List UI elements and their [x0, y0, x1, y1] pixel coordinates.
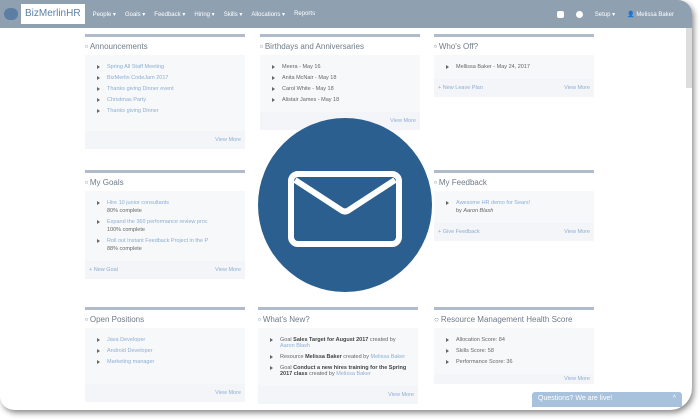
timer-icon: ○ — [434, 315, 439, 324]
list-item: Goal Sales Target for August 2017 create… — [270, 337, 408, 349]
mail-overlay — [258, 118, 432, 292]
brand-logo[interactable]: BizMerlinHR — [4, 3, 85, 25]
view-more-link[interactable]: View More — [215, 137, 241, 143]
list-item[interactable]: Thanks giving Dinner event — [97, 86, 235, 92]
list-item: Anita McNair - May 18 — [272, 75, 410, 81]
list-item: Roll out Instant Feedback Project in the… — [97, 238, 235, 252]
news-icon: ▫ — [258, 315, 261, 324]
view-more-link[interactable]: View More — [215, 267, 241, 273]
menu-allocations[interactable]: Allocations ▾ — [251, 11, 285, 18]
mail-icon[interactable] — [556, 10, 564, 18]
logo-icon — [4, 8, 18, 20]
menu-skills[interactable]: Skills ▾ — [224, 11, 243, 18]
by-label: by — [456, 208, 462, 214]
menu-people[interactable]: People ▾ — [93, 11, 116, 18]
panel-title: Who's Off? — [438, 42, 479, 51]
list-item[interactable]: Android Developer — [97, 348, 235, 354]
goal-link[interactable]: Roll out Instant Feedback Project in the… — [107, 238, 208, 244]
panel-title: Birthdays and Anniversaries — [264, 42, 365, 51]
list-item[interactable]: BizMerlin CodeJam 2017 — [97, 75, 235, 81]
clipboard-icon: ▫ — [85, 315, 88, 324]
user-menu[interactable]: 👤 Melissa Baker — [627, 11, 674, 18]
goals-panel: ▫ My Goals Hire 10 junior consultants 80% … — [85, 170, 245, 279]
list-item[interactable]: Spring All Staff Meeting — [97, 64, 235, 70]
top-nav: BizMerlinHR People ▾ Goals ▾ Feedback ▾ … — [0, 0, 692, 28]
health-score-panel: ○ Resource Management Health Score Alloca… — [434, 307, 594, 384]
view-more-link[interactable]: View More — [564, 376, 590, 382]
open-positions-panel: ▫ Open Positions Java Developer Android D… — [85, 307, 245, 402]
panel-title: Resource Management Health Score — [440, 315, 573, 324]
live-chat-button[interactable]: Questions? We are live! ^ — [532, 392, 682, 407]
brand-name: BizMerlinHR — [21, 4, 85, 24]
menu-hiring[interactable]: Hiring ▾ — [194, 11, 214, 18]
menu-setup[interactable]: Setup ▾ — [595, 11, 615, 18]
panel-title: What's New? — [262, 315, 310, 324]
list-item: Alistair James - May 18 — [272, 97, 410, 103]
list-item[interactable]: Java Developer — [97, 337, 235, 343]
author-link[interactable]: Melissa Baker — [371, 354, 406, 360]
envelope-icon — [288, 171, 402, 247]
view-more-link[interactable]: View More — [564, 85, 590, 91]
author-link[interactable]: Melissa Baker — [336, 371, 371, 377]
list-item[interactable]: Marketing manager — [97, 359, 235, 365]
list-item: Performance Score: 36 — [446, 359, 584, 365]
goal-link[interactable]: Hire 10 junior consultants — [107, 200, 169, 206]
user-name: Melissa Baker — [636, 11, 674, 18]
goal-link[interactable]: Expand the 360 performance review proc — [107, 219, 208, 225]
feedback-icon: ▫ — [434, 178, 437, 187]
whats-new-panel: ▫ What's New? Goal Sales Target for Augus… — [258, 307, 418, 404]
goal-progress: 100% complete — [107, 227, 145, 233]
list-item: Allocation Score: 84 — [446, 337, 584, 343]
list-item: Awesome HR demo for Sears! by Aaron Blash — [446, 200, 584, 214]
calendar-icon: ▫ — [434, 42, 437, 51]
list-item: Skills Score: 58 — [446, 348, 584, 354]
announcements-panel: ▫ Announcements Spring All Staff Meeting … — [85, 34, 245, 149]
feedback-link[interactable]: Awesome HR demo for Sears! — [456, 200, 530, 206]
scrollbar[interactable] — [686, 28, 692, 88]
goals-icon: ▫ — [85, 178, 88, 187]
menu-goals[interactable]: Goals ▾ — [125, 11, 145, 18]
goal-progress: 80% complete — [107, 208, 142, 214]
panel-title: My Goals — [89, 178, 124, 187]
list-item[interactable]: Thanks giving Dinner — [97, 108, 235, 114]
feedback-author: Aaron Blash — [463, 208, 494, 214]
view-more-link[interactable]: View More — [215, 390, 241, 396]
view-more-link[interactable]: View More — [564, 229, 590, 235]
panel-title: Open Positions — [89, 315, 145, 324]
menu-reports[interactable]: Reports — [294, 11, 315, 18]
list-item: Carol White - May 18 — [272, 86, 410, 92]
megaphone-icon: ▫ — [85, 42, 88, 51]
user-icon: 👤 — [627, 11, 635, 18]
author-link[interactable]: Aaron Blash — [280, 343, 310, 349]
birthdays-panel: ▫ Birthdays and Anniversaries Meera - May… — [260, 34, 420, 130]
give-feedback-link[interactable]: + Give Feedback — [438, 229, 480, 235]
cake-icon: ▫ — [260, 42, 263, 51]
goal-progress: 88% complete — [107, 246, 142, 252]
list-item: Meera - May 16 — [272, 64, 410, 70]
list-item: Hire 10 junior consultants 80% complete — [97, 200, 235, 214]
view-more-link[interactable]: View More — [388, 392, 414, 398]
feedback-panel: ▫ My Feedback Awesome HR demo for Sears! b… — [434, 170, 594, 241]
list-item[interactable]: Christmas Party — [97, 97, 235, 103]
list-item: Expand the 360 performance review proc 10… — [97, 219, 235, 233]
list-item: Mellissa Baker - May 24, 2017 — [446, 64, 584, 70]
chevron-up-icon: ^ — [672, 395, 676, 402]
panel-title: Announcements — [89, 42, 148, 51]
chat-label: Questions? We are live! — [538, 395, 613, 402]
list-item: Goal Conduct a new hires training for th… — [270, 365, 408, 377]
menu-feedback[interactable]: Feedback ▾ — [154, 11, 185, 18]
list-item: Resource Melissa Baker created by Meliss… — [270, 354, 408, 360]
new-goal-link[interactable]: + New Goal — [89, 267, 118, 273]
new-leave-plan-link[interactable]: + New Leave Plan — [438, 85, 483, 91]
whos-off-panel: ▫ Who's Off? Mellissa Baker - May 24, 201… — [434, 34, 594, 97]
help-icon[interactable] — [575, 10, 583, 18]
panel-title: My Feedback — [438, 178, 487, 187]
